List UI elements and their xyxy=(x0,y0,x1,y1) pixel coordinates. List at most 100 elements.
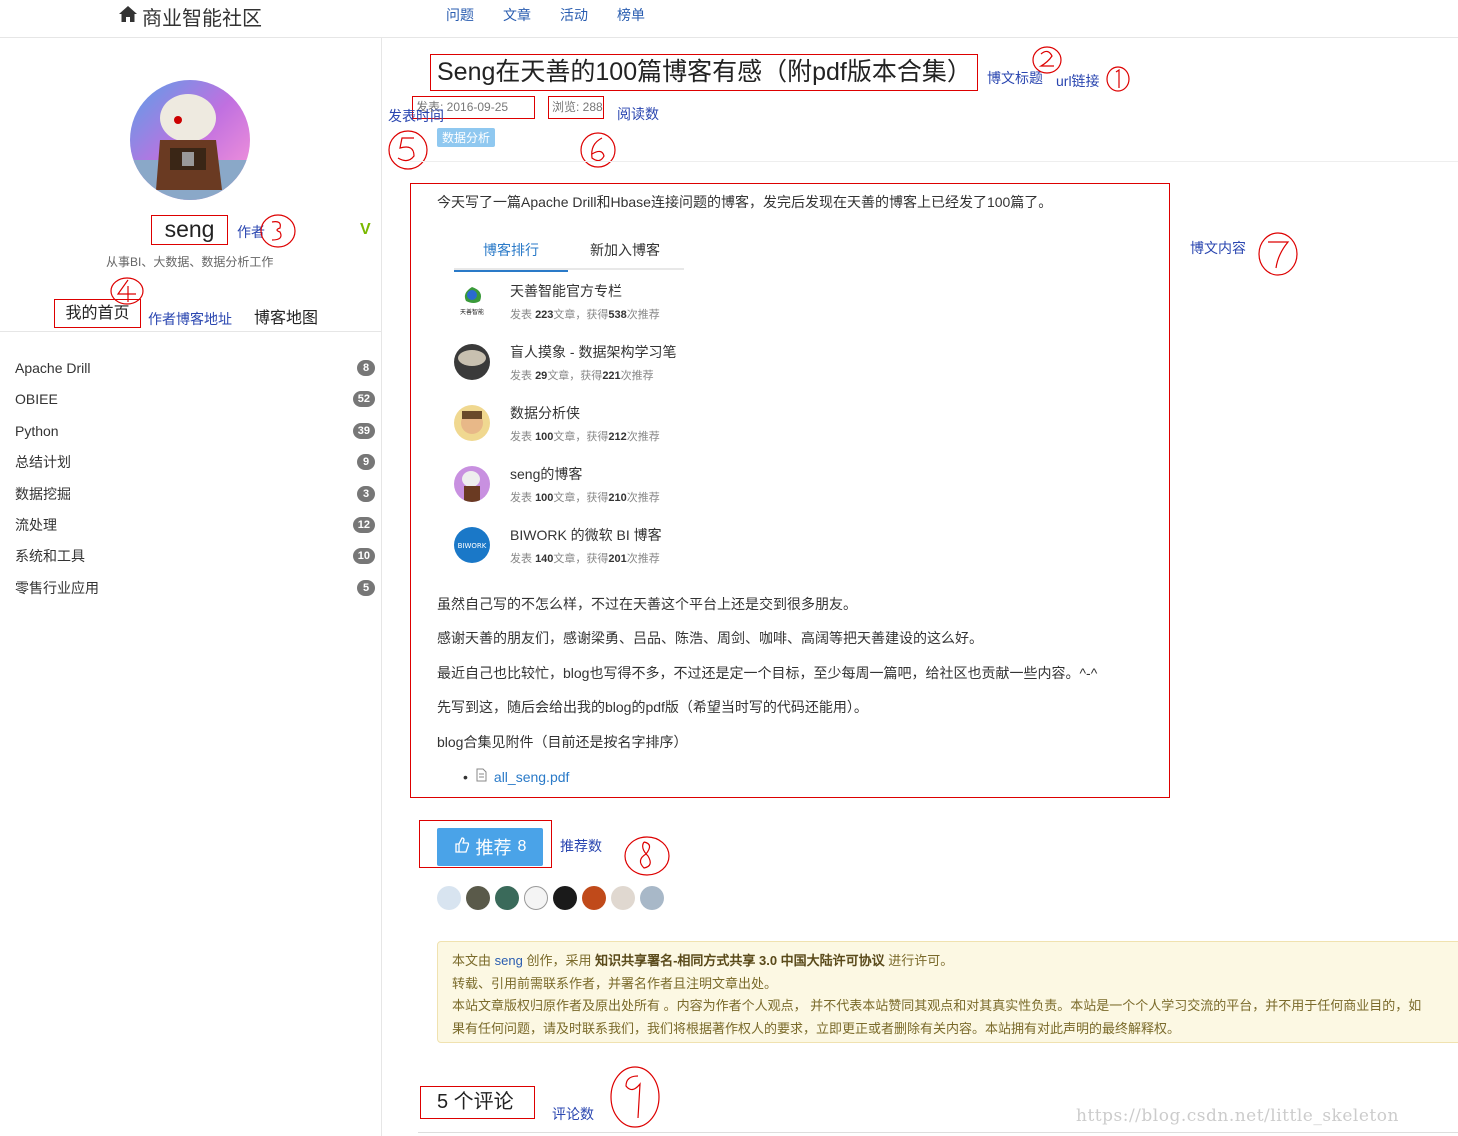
recommender-avatar[interactable] xyxy=(553,886,577,910)
tab-my-home[interactable]: 我的首页 xyxy=(54,299,141,328)
category-label: 数据挖掘 xyxy=(15,485,71,502)
article-paragraph: 先写到这，随后会给出我的blog的pdf版（希望当时写的代码还能用）。 xyxy=(437,699,868,715)
blog-thumbnail xyxy=(454,344,490,380)
author-avatar[interactable] xyxy=(130,80,250,200)
annotation-marker-1 xyxy=(1106,66,1130,92)
tab-new-blogs[interactable]: 新加入博客 xyxy=(590,240,660,260)
blog-name: 天善智能官方专栏 xyxy=(510,283,622,299)
category-label: OBIEE xyxy=(15,391,58,408)
thumbs-up-icon xyxy=(454,836,470,858)
annotation-author-blog-url: 作者博客地址 xyxy=(148,311,232,327)
divider xyxy=(418,1132,1458,1133)
recommend-label: 推荐 xyxy=(475,838,512,858)
category-count-badge: 52 xyxy=(352,391,375,408)
blog-name: 盲人摸象 - 数据架构学习笔 xyxy=(510,344,677,360)
category-label: Python xyxy=(15,422,59,439)
category-item[interactable]: 总结计划 9 xyxy=(0,452,381,483)
category-label: 系统和工具 xyxy=(15,548,85,565)
comments-heading: 5 个评论 xyxy=(420,1086,535,1119)
annotation-content: 博文内容 xyxy=(1190,240,1246,256)
category-label: 零售行业应用 xyxy=(15,579,99,596)
recommender-avatar[interactable] xyxy=(524,886,548,910)
nav-rankings[interactable]: 榜单 xyxy=(617,5,645,25)
annotation-marker-6 xyxy=(580,132,616,168)
license-line: 本文由 seng 创作，采用 知识共享署名-相同方式共享 3.0 中国大陆许可协… xyxy=(452,953,954,968)
category-item[interactable]: Apache Drill 8 xyxy=(0,358,381,389)
blog-stats: 发表 140文章，获得201次推荐 xyxy=(510,553,660,565)
article-tag[interactable]: 数据分析 xyxy=(437,128,496,147)
license-name[interactable]: 知识共享署名-相同方式共享 3.0 中国大陆许可协议 xyxy=(595,953,885,968)
category-count-badge: 10 xyxy=(352,548,375,565)
category-count-badge: 3 xyxy=(357,485,375,502)
nav-events[interactable]: 活动 xyxy=(560,5,588,25)
top-nav: 问题 文章 活动 榜单 xyxy=(446,5,645,25)
license-author-link[interactable]: seng xyxy=(495,953,523,968)
article-content: 今天写了一篇Apache Drill和Hbase连接问题的博客，发完后发现在天善… xyxy=(410,183,1170,798)
site-brand-label: 商业智能社区 xyxy=(142,8,262,30)
category-label: 总结计划 xyxy=(15,454,71,471)
author-name[interactable]: seng xyxy=(151,215,228,245)
nav-questions[interactable]: 问题 xyxy=(446,5,474,25)
blog-name: 数据分析侠 xyxy=(510,405,580,421)
category-count-badge: 5 xyxy=(357,579,375,596)
article-paragraph: 最近自己也比较忙，blog也写得不多，不过还是定一个目标，至少每周一篇吧，给社区… xyxy=(437,665,1098,681)
category-item[interactable]: 流处理 12 xyxy=(0,515,381,546)
recommender-avatar[interactable] xyxy=(466,886,490,910)
category-item[interactable]: 数据挖掘 3 xyxy=(0,484,381,515)
annotation-recommend-count: 推荐数 xyxy=(560,838,602,854)
site-brand[interactable]: 商业智能社区 xyxy=(118,2,262,31)
category-count-badge: 8 xyxy=(357,360,375,376)
category-item[interactable]: 零售行业应用 5 xyxy=(0,578,381,609)
category-count-badge: 39 xyxy=(352,422,375,439)
recommend-section: 推荐 8 xyxy=(419,820,552,868)
category-item[interactable]: OBIEE 52 xyxy=(0,389,381,420)
recommender-avatar[interactable] xyxy=(611,886,635,910)
svg-text:天善智能: 天善智能 xyxy=(460,308,484,316)
blog-thumbnail: 天善智能 xyxy=(454,283,490,319)
attachment-item: • all_seng.pdf xyxy=(463,768,569,785)
sidebar-tabs: 我的首页 作者博客地址 博客地图 xyxy=(0,296,381,332)
view-count: 浏览: 288 xyxy=(548,96,604,119)
license-notice: 本文由 seng 创作，采用 知识共享署名-相同方式共享 3.0 中国大陆许可协… xyxy=(437,941,1458,1043)
annotation-marker-7 xyxy=(1258,232,1298,276)
svg-text:BIWORK: BIWORK xyxy=(458,542,487,550)
blog-stats: 发表 223文章，获得538次推荐 xyxy=(510,309,660,321)
ranked-blog-item[interactable]: seng的博客 发表 100文章，获得210次推荐 xyxy=(454,466,714,522)
blog-thumbnail xyxy=(454,466,490,502)
category-label: 流处理 xyxy=(15,516,57,533)
annotation-marker-9 xyxy=(610,1066,660,1128)
divider xyxy=(410,161,1458,162)
ranked-blog-item[interactable]: 数据分析侠 发表 100文章，获得212次推荐 xyxy=(454,405,714,461)
category-count-badge: 12 xyxy=(352,516,375,533)
tab-blog-map[interactable]: 博客地图 xyxy=(254,304,318,328)
ranked-blog-item[interactable]: 天善智能 天善智能官方专栏 发表 223文章，获得538次推荐 xyxy=(454,283,714,339)
category-item[interactable]: 系统和工具 10 xyxy=(0,546,381,577)
ranked-blog-item[interactable]: 盲人摸象 - 数据架构学习笔 发表 29文章，获得221次推荐 xyxy=(454,344,714,400)
file-icon xyxy=(474,768,488,785)
tab-blog-ranking[interactable]: 博客排行 xyxy=(454,240,568,272)
annotation-read-count: 阅读数 xyxy=(617,106,659,122)
blog-stats: 发表 29文章，获得221次推荐 xyxy=(510,370,654,382)
article-title[interactable]: Seng在天善的100篇博客有感（附pdf版本合集） xyxy=(430,54,978,91)
recommend-button[interactable]: 推荐 8 xyxy=(437,828,543,866)
category-count-badge: 9 xyxy=(357,454,375,471)
top-bar: 商业智能社区 问题 文章 活动 榜单 xyxy=(0,0,1458,38)
bullet: • xyxy=(463,768,468,785)
article-intro: 今天写了一篇Apache Drill和Hbase连接问题的博客，发完后发现在天善… xyxy=(437,194,1053,210)
nav-articles[interactable]: 文章 xyxy=(503,5,531,25)
annotation-publish-time: 发表时间 xyxy=(388,108,444,124)
blog-stats: 发表 100文章，获得212次推荐 xyxy=(510,431,660,443)
recommender-avatar[interactable] xyxy=(495,886,519,910)
recommender-avatar[interactable] xyxy=(640,886,664,910)
recommender-avatar[interactable] xyxy=(437,886,461,910)
license-line: 转载、引用前需联系作者，并署名作者且注明文章出处。 xyxy=(452,975,778,991)
category-item[interactable]: Python 39 xyxy=(0,421,381,452)
annotation-marker-5 xyxy=(388,130,428,170)
ranked-blog-item[interactable]: BIWORK BIWORK 的微软 BI 博客 发表 140文章，获得201次推… xyxy=(454,527,714,583)
attachment-link[interactable]: all_seng.pdf xyxy=(494,769,570,785)
article-paragraph: 感谢天善的朋友们，感谢梁勇、吕品、陈浩、周剑、咖啡、高阔等把天善建设的这么好。 xyxy=(437,630,983,646)
home-icon xyxy=(118,5,138,29)
blog-name: BIWORK 的微软 BI 博客 xyxy=(510,527,662,543)
recommender-avatar[interactable] xyxy=(582,886,606,910)
recommender-avatars xyxy=(437,886,664,910)
